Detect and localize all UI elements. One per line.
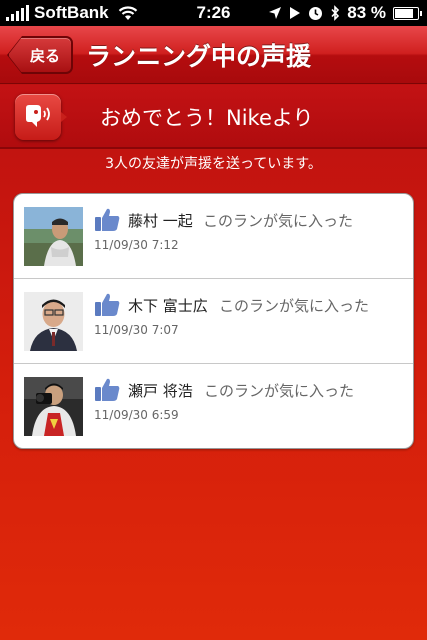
location-arrow-icon — [269, 7, 282, 19]
like-thumb-icon — [95, 208, 120, 231]
friend-name: 藤村 一起 — [128, 212, 193, 230]
signal-strength-icon — [6, 5, 29, 21]
cheer-message: おめでとう！Nikeより — [100, 106, 314, 130]
alarm-clock-icon — [309, 6, 323, 20]
battery-percent: 83 % — [347, 3, 386, 22]
cheer-action: このランが気に入った — [203, 212, 354, 230]
cheer-action: このランが気に入った — [204, 382, 355, 400]
list-item[interactable]: 瀬戸 将浩 このランが気に入った 11/09/30 6:59 — [14, 364, 413, 448]
avatar — [24, 292, 83, 351]
cheer-action: このランが気に入った — [219, 297, 370, 315]
page-title: ランニング中の声援 — [86, 42, 312, 71]
battery-icon — [393, 6, 422, 20]
navigation-bar: 戻る ランニング中の声援 — [0, 26, 427, 84]
friend-name: 瀬戸 将浩 — [128, 382, 193, 400]
cheer-speaker-icon — [15, 94, 67, 140]
bluetooth-icon — [331, 5, 340, 21]
carrier-name: SoftBank — [34, 3, 109, 22]
wifi-icon — [118, 6, 137, 20]
like-thumb-icon — [95, 378, 120, 401]
cheer-banner[interactable]: おめでとう！Nikeより — [0, 85, 427, 149]
cheer-timestamp: 11/09/30 7:07 — [94, 323, 179, 337]
list-item[interactable]: 藤村 一起 このランが気に入った 11/09/30 7:12 — [14, 194, 413, 279]
list-item[interactable]: 木下 富士広 このランが気に入った 11/09/30 7:07 — [14, 279, 413, 364]
play-icon — [290, 7, 301, 19]
status-bar: SoftBank 7:26 83 % — [0, 0, 427, 26]
cheer-timestamp: 11/09/30 7:12 — [94, 238, 179, 252]
avatar — [24, 377, 83, 436]
like-thumb-icon — [95, 293, 120, 316]
avatar — [24, 207, 83, 266]
cheer-timestamp: 11/09/30 6:59 — [94, 408, 179, 422]
cheer-list: 藤村 一起 このランが気に入った 11/09/30 7:12 木下 富士広 この… — [13, 193, 414, 449]
friends-count-text: 3人の友達が声援を送っています。 — [105, 156, 322, 172]
friend-name: 木下 富士広 — [128, 297, 208, 315]
